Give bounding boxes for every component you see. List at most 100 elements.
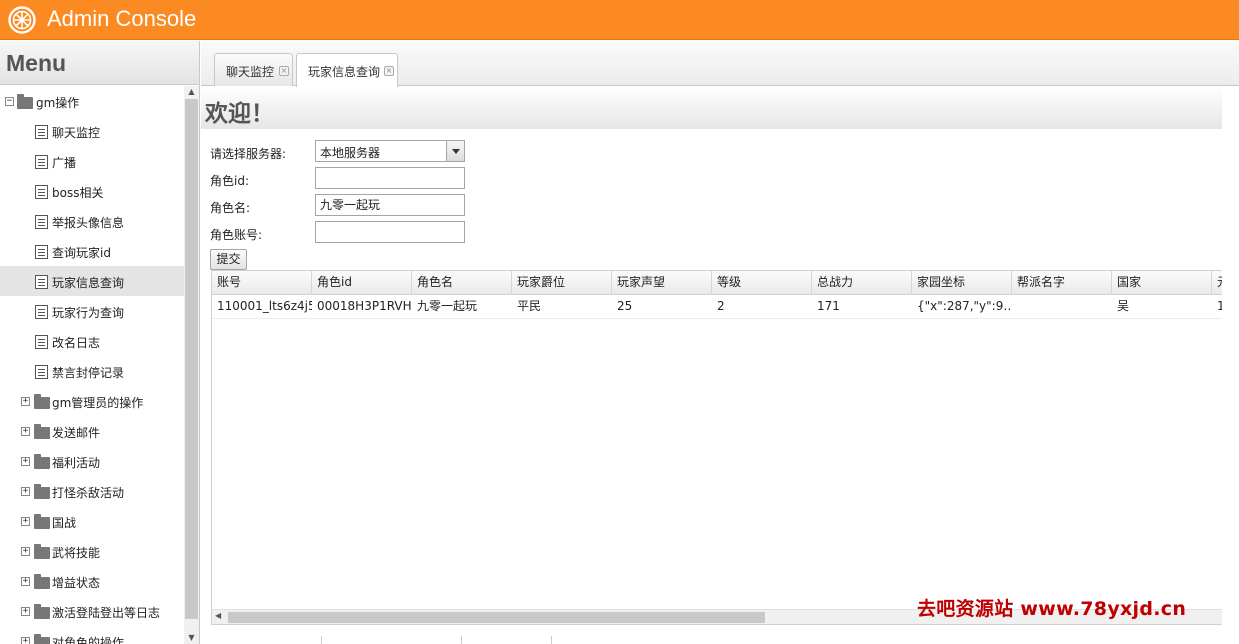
tab-chat-monitor[interactable]: 聊天监控 × [214, 53, 293, 86]
scrollbar-thumb[interactable] [185, 99, 198, 619]
expand-icon[interactable]: + [21, 427, 30, 436]
tree-label: 玩家信息查询 [52, 276, 125, 290]
table-cell [1012, 295, 1112, 319]
submit-button[interactable]: 提交 [210, 249, 247, 270]
tree-item-broadcast[interactable]: 广播 [0, 146, 184, 176]
tree-node-general-skills[interactable]: + 武将技能 [0, 536, 184, 566]
scroll-up-icon[interactable]: ▲ [184, 86, 199, 98]
column-header[interactable]: 等级 [712, 271, 812, 295]
tree-node-welfare[interactable]: + 福利活动 [0, 446, 184, 476]
tree-label: 查询玩家id [52, 246, 111, 260]
menu-panel: Menu − gm操作 聊天监控 广播 boss相关 举报头像信息 查询玩家id [0, 41, 200, 644]
column-header[interactable]: 总战力 [812, 271, 912, 295]
document-icon [35, 305, 48, 319]
tree-label: 国战 [52, 516, 77, 530]
server-select[interactable]: 本地服务器 [315, 140, 465, 162]
tree-item-player-behavior[interactable]: 玩家行为查询 [0, 296, 184, 326]
document-icon [35, 155, 48, 169]
tree-label: 玩家行为查询 [52, 306, 125, 320]
table-cell: 110001_lts6z4j5 [217, 299, 312, 313]
expand-icon[interactable]: + [21, 397, 30, 406]
tree-node-send-mail[interactable]: + 发送邮件 [0, 416, 184, 446]
expand-icon[interactable]: + [21, 517, 30, 526]
tree-node-gm[interactable]: − gm操作 [0, 86, 184, 116]
column-header[interactable]: 玩家爵位 [512, 271, 612, 295]
tree-node-role-ops[interactable]: + 对角色的操作 [0, 626, 184, 644]
column-header[interactable]: 元 [1212, 271, 1222, 295]
folder-open-icon [17, 94, 33, 109]
table-cell: 平民 [517, 299, 542, 313]
account-input[interactable] [315, 221, 465, 243]
collapse-icon[interactable]: − [5, 97, 14, 106]
tree-item-player-info[interactable]: 玩家信息查询 [0, 266, 184, 296]
table-cell: 吴 [1117, 299, 1130, 313]
tree-label: 改名日志 [52, 336, 101, 350]
column-header[interactable]: 角色id [312, 271, 412, 295]
folder-icon [34, 424, 50, 439]
scrollbar-thumb[interactable] [228, 612, 765, 623]
tree-item-ban-records[interactable]: 禁言封停记录 [0, 356, 184, 386]
tree-label: 打怪杀敌活动 [52, 486, 125, 500]
grid-pager [211, 632, 1222, 644]
menu-header: Menu [0, 41, 199, 85]
document-icon [35, 275, 48, 289]
pager-divider [551, 636, 552, 644]
role-id-label: 角色id: [210, 174, 249, 188]
scroll-left-icon[interactable]: ◀ [215, 611, 221, 620]
tree-node-nation-war[interactable]: + 国战 [0, 506, 184, 536]
tree-label: 禁言封停记录 [52, 366, 125, 380]
menu-title: Menu [6, 50, 67, 76]
tree-item-rename-log[interactable]: 改名日志 [0, 326, 184, 356]
folder-icon [34, 634, 50, 644]
chevron-down-icon[interactable] [446, 141, 464, 161]
scroll-down-icon[interactable]: ▼ [184, 632, 199, 644]
tree-node-buff-status[interactable]: + 增益状态 [0, 566, 184, 596]
tab-player-info[interactable]: 玩家信息查询 × [296, 53, 398, 87]
tree-label: gm操作 [36, 96, 80, 110]
close-icon[interactable]: × [384, 66, 394, 76]
tree-item-query-player-id[interactable]: 查询玩家id [0, 236, 184, 266]
role-name-input[interactable]: 九零一起玩 [315, 194, 465, 216]
close-icon[interactable]: × [279, 66, 289, 76]
table-row[interactable]: 110001_lts6z4j5 00018H3P1RVH 九零一起玩 平民 25… [212, 295, 1222, 319]
expand-icon[interactable]: + [21, 607, 30, 616]
expand-icon[interactable]: + [21, 457, 30, 466]
tree-item-chat-monitor[interactable]: 聊天监控 [0, 116, 184, 146]
tab-label: 玩家信息查询 [308, 65, 381, 79]
welcome-title: 欢迎！ [205, 101, 274, 127]
document-icon [35, 215, 48, 229]
column-header[interactable]: 帮派名字 [1012, 271, 1112, 295]
table-cell: 00018H3P1RVH [317, 299, 412, 313]
role-name-label: 角色名: [210, 201, 251, 215]
expand-icon[interactable]: + [21, 637, 30, 644]
tree-node-login-logs[interactable]: + 激活登陆登出等日志 [0, 596, 184, 626]
tree-item-report-avatar[interactable]: 举报头像信息 [0, 206, 184, 236]
document-icon [35, 335, 48, 349]
tree-node-gm-admin[interactable]: + gm管理员的操作 [0, 386, 184, 416]
folder-icon [34, 394, 50, 409]
tree-label: 激活登陆登出等日志 [52, 606, 161, 620]
tree-item-boss[interactable]: boss相关 [0, 176, 184, 206]
menu-scrollbar[interactable]: ▲ ▼ [184, 86, 199, 644]
column-header[interactable]: 玩家声望 [612, 271, 712, 295]
tree-label: gm管理员的操作 [52, 396, 144, 410]
document-icon [35, 125, 48, 139]
tree-label: 广播 [52, 156, 77, 170]
role-id-input[interactable] [315, 167, 465, 189]
tree-node-monster-event[interactable]: + 打怪杀敌活动 [0, 476, 184, 506]
column-header[interactable]: 国家 [1112, 271, 1212, 295]
expand-icon[interactable]: + [21, 577, 30, 586]
expand-icon[interactable]: + [21, 487, 30, 496]
folder-icon [34, 574, 50, 589]
tree-label: 发送邮件 [52, 426, 101, 440]
folder-icon [34, 484, 50, 499]
column-header[interactable]: 账号 [212, 271, 312, 295]
results-grid: 账号 角色id 角色名 玩家爵位 玩家声望 等级 总战力 家园坐标 帮派名字 国… [211, 270, 1222, 625]
column-header[interactable]: 角色名 [412, 271, 512, 295]
pager-divider [461, 636, 462, 644]
expand-icon[interactable]: + [21, 547, 30, 556]
top-header: Admin Console [0, 0, 1239, 40]
folder-icon [34, 514, 50, 529]
table-cell: 171 [817, 299, 840, 313]
column-header[interactable]: 家园坐标 [912, 271, 1012, 295]
